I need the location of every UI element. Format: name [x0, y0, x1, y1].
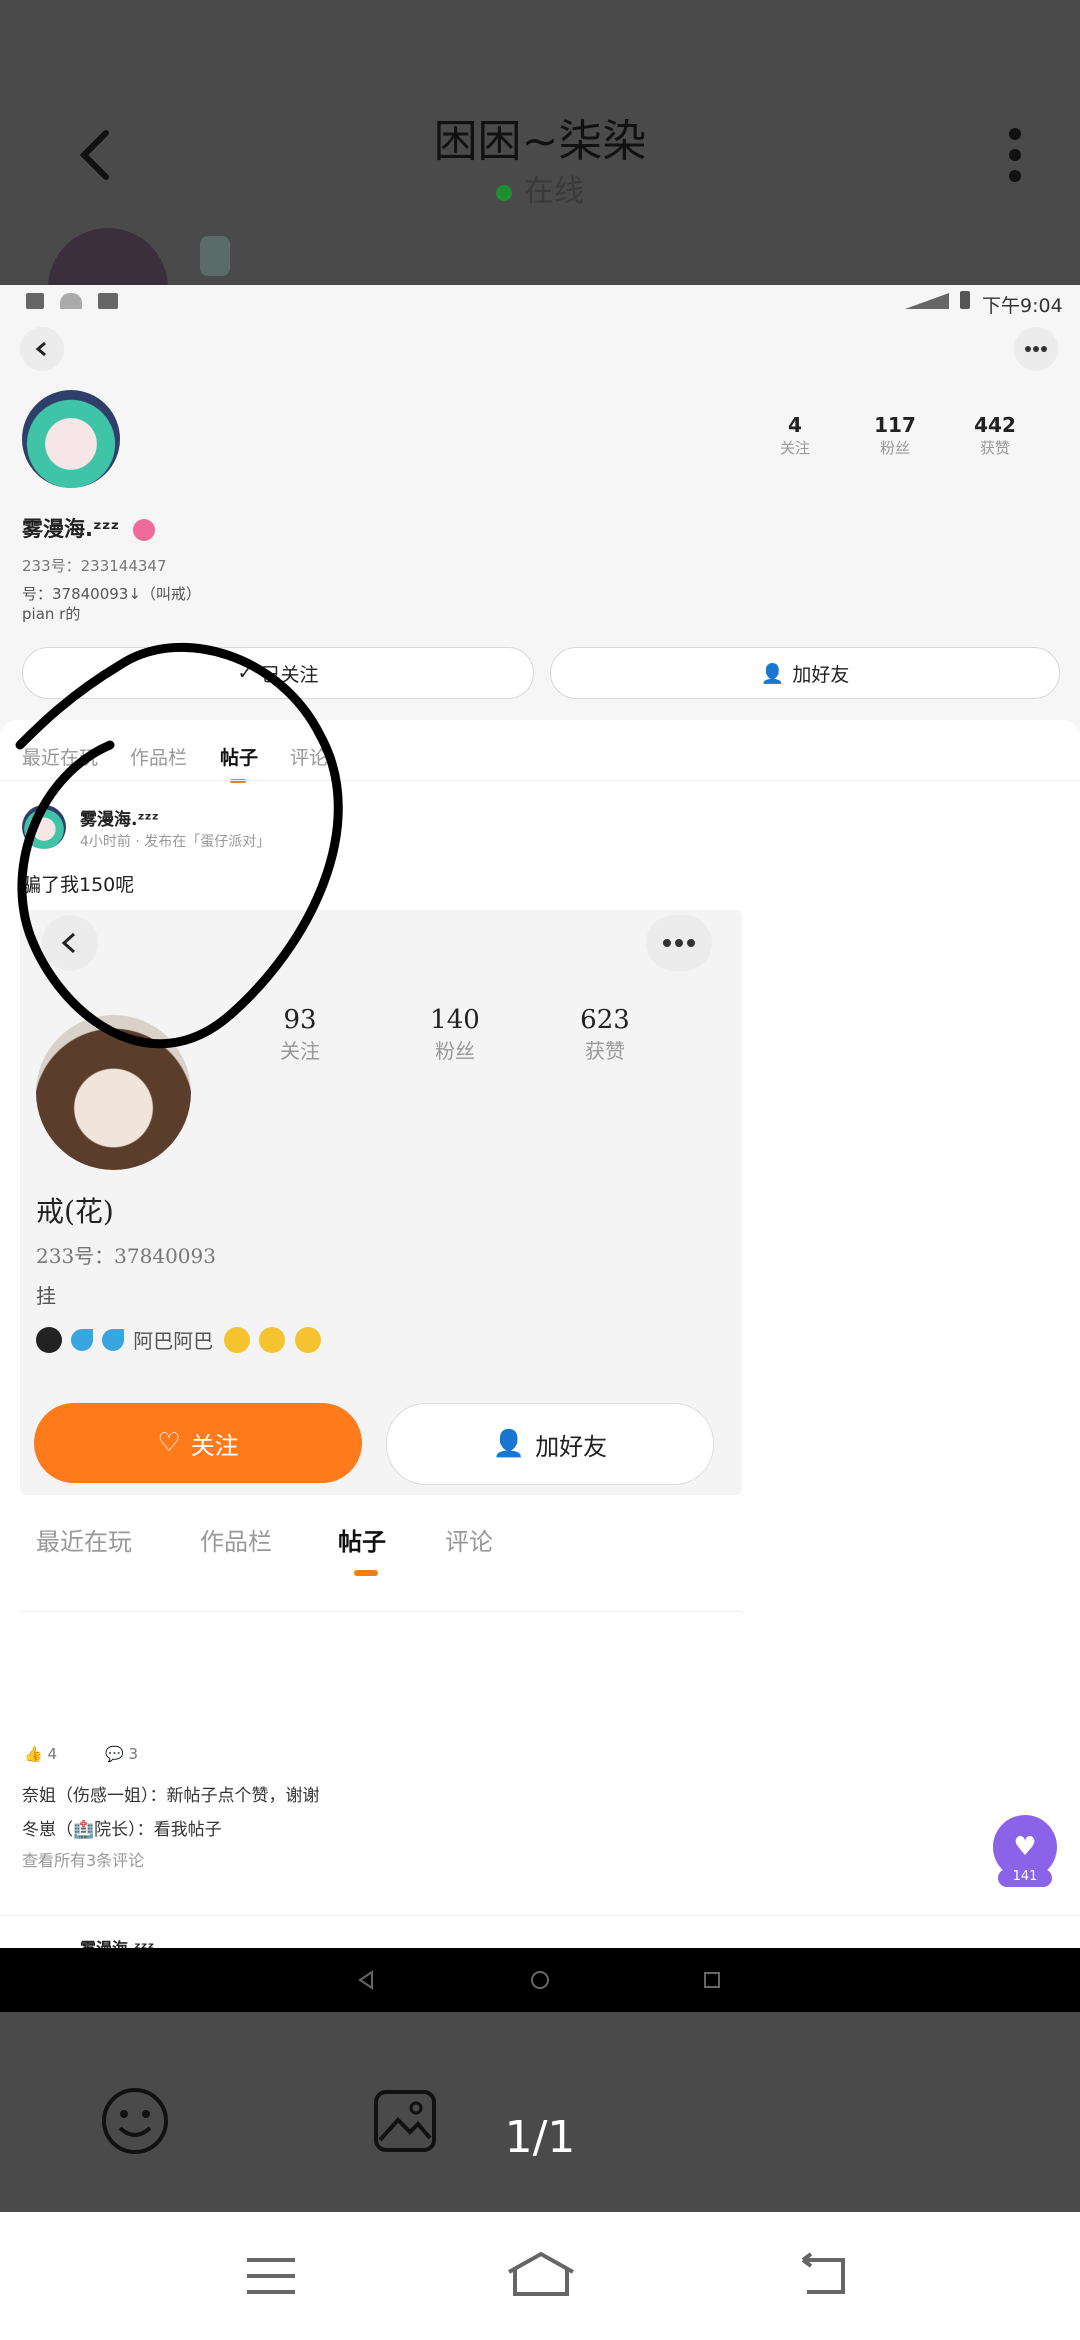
- inner-name: 戒(花): [36, 1195, 114, 1228]
- badge-icon: [132, 519, 155, 541]
- image-icon[interactable]: [372, 2088, 438, 2154]
- inner-tab-indicator: [354, 1570, 378, 1576]
- comment-text: 新帖子点个赞，谢谢: [166, 1786, 320, 1806]
- nav-back-icon: [358, 1970, 373, 1990]
- comment-text: 看我帖子: [153, 1820, 222, 1840]
- inner-stat-label: 粉丝: [435, 1039, 475, 1063]
- chat-title: 困困~柒染: [433, 116, 647, 167]
- inner-divider: [20, 1611, 742, 1612]
- inner-id: 233号：37840093: [36, 1244, 216, 1268]
- profile-more-button[interactable]: [1014, 327, 1058, 371]
- wifi-off-icon: [60, 293, 82, 309]
- more-icon[interactable]: [1000, 125, 1030, 185]
- comment-icon: 💬: [105, 1745, 124, 1763]
- next-post-peek: 雾漫海.ᶻᶻᶻ: [80, 1935, 154, 1948]
- return-icon[interactable]: [795, 2252, 851, 2298]
- inner-emoji-row: 阿巴阿巴: [36, 1325, 321, 1355]
- stat-label: 粉丝: [879, 439, 910, 457]
- activity-icon: [98, 293, 118, 309]
- inner-add-friend-label: 加好友: [535, 1432, 608, 1461]
- stat-label: 获赞: [979, 439, 1010, 457]
- inner-more-icon: [646, 915, 712, 971]
- face-emoji-icon-3: [294, 1326, 321, 1353]
- face-emoji-icon-2: [259, 1326, 286, 1353]
- stat-likes[interactable]: 442 获赞: [960, 413, 1030, 458]
- online-status-text: 在线: [524, 174, 584, 209]
- add-friend-button[interactable]: 👤 加好友: [550, 647, 1060, 699]
- face-emoji-icon: [224, 1326, 251, 1353]
- inner-follow-button: ♡ 关注: [34, 1403, 362, 1483]
- inner-stat-followers: 140 粉丝: [405, 1005, 505, 1064]
- inner-line3: 阿巴阿巴: [133, 1329, 214, 1353]
- stat-label: 关注: [779, 439, 810, 457]
- heart-plus-icon: ♡: [157, 1428, 181, 1458]
- menu-icon[interactable]: [245, 2256, 297, 2296]
- thumb-up-icon: 👍: [24, 1745, 43, 1763]
- profile-id: 233号：233144347: [22, 557, 167, 575]
- inner-stat-label: 获赞: [585, 1039, 625, 1063]
- add-friend-label: 加好友: [792, 663, 850, 686]
- stat-number: 117: [874, 413, 916, 437]
- profile-name-text: 雾漫海.ᶻᶻᶻ: [22, 517, 120, 541]
- comment-count: 3: [128, 1745, 139, 1763]
- profile-back-button[interactable]: [20, 327, 64, 371]
- comment-user: 冬崽（🏥院长）：: [22, 1820, 154, 1840]
- heart-icon: ♥: [1013, 1832, 1037, 1862]
- inner-tab-recent: 最近在玩: [36, 1528, 132, 1556]
- online-dot: [496, 184, 512, 201]
- inner-follow-label: 关注: [190, 1431, 239, 1460]
- stat-number: 442: [974, 413, 1016, 437]
- stat-following[interactable]: 4 关注: [760, 413, 830, 458]
- stat-number: 4: [788, 413, 802, 437]
- viewer-toolbar: 1/1: [0, 2012, 1080, 2212]
- nav-home-icon: [531, 1971, 549, 1989]
- drop-icon-2: [102, 1328, 125, 1351]
- home-icon[interactable]: [505, 2250, 577, 2300]
- inner-add-user-icon: 👤: [492, 1429, 526, 1459]
- signal-icon: [905, 293, 949, 309]
- like-count: 4: [47, 1745, 58, 1763]
- cat-emoji-icon: [36, 1326, 62, 1353]
- android-nav-bar: [0, 1948, 1080, 2012]
- inner-stat-number: 623: [580, 1005, 630, 1035]
- avatar[interactable]: [22, 390, 120, 488]
- page-counter: 1/1: [504, 2112, 576, 2163]
- inner-tab-posts: 帖子: [338, 1527, 386, 1556]
- inner-line2: 挂: [36, 1284, 56, 1308]
- post-divider: [0, 1915, 1080, 1916]
- floating-like-count: 141: [998, 1869, 1052, 1887]
- comment-1[interactable]: 奈姐（伤感一姐）：新帖子点个赞，谢谢: [22, 1781, 320, 1806]
- inner-add-friend-button: 👤 加好友: [386, 1403, 714, 1485]
- inner-tab-works: 作品栏: [200, 1528, 272, 1556]
- status-bar: 下午9:04: [0, 285, 1080, 321]
- add-user-icon: 👤: [760, 662, 785, 685]
- inner-tabs: 最近在玩 作品栏 帖子 评论: [20, 1510, 742, 1580]
- peek-avatar-small: [200, 236, 230, 276]
- battery-icon: [960, 291, 970, 309]
- gallery-icon: [26, 293, 44, 309]
- profile-bio-1: 号：37840093↓（叫戒）: [22, 585, 201, 603]
- inner-stat-number: 140: [430, 1005, 480, 1035]
- like-button[interactable]: 👍 4: [24, 1745, 57, 1763]
- drop-icon: [71, 1328, 94, 1351]
- comment-2[interactable]: 冬崽（🏥院长）：看我帖子: [22, 1815, 222, 1840]
- inner-tab-comments: 评论: [445, 1528, 493, 1556]
- profile-name: 雾漫海.ᶻᶻᶻ: [22, 513, 155, 543]
- profile-bio-2: pian r的: [22, 605, 81, 623]
- emoji-icon[interactable]: [100, 2086, 170, 2156]
- comment-user: 奈姐（伤感一姐）：: [22, 1786, 167, 1806]
- stat-followers[interactable]: 117 粉丝: [860, 413, 930, 458]
- drawn-circle-annotation: [15, 642, 343, 1049]
- status-time: 下午9:04: [982, 295, 1063, 317]
- comment-button[interactable]: 💬 3: [105, 1745, 138, 1763]
- view-all-comments-link[interactable]: 查看所有3条评论: [22, 1847, 144, 1871]
- inner-stat-likes: 623 获赞: [555, 1005, 655, 1064]
- online-status: 在线: [0, 166, 1080, 210]
- shared-screenshot[interactable]: 下午9:04 4 关注 117 粉丝 442 获赞 雾漫海.ᶻᶻᶻ 233号：2…: [0, 285, 1080, 1948]
- nav-recent-icon: [704, 1972, 720, 1988]
- system-nav-bar: [0, 2212, 1080, 2340]
